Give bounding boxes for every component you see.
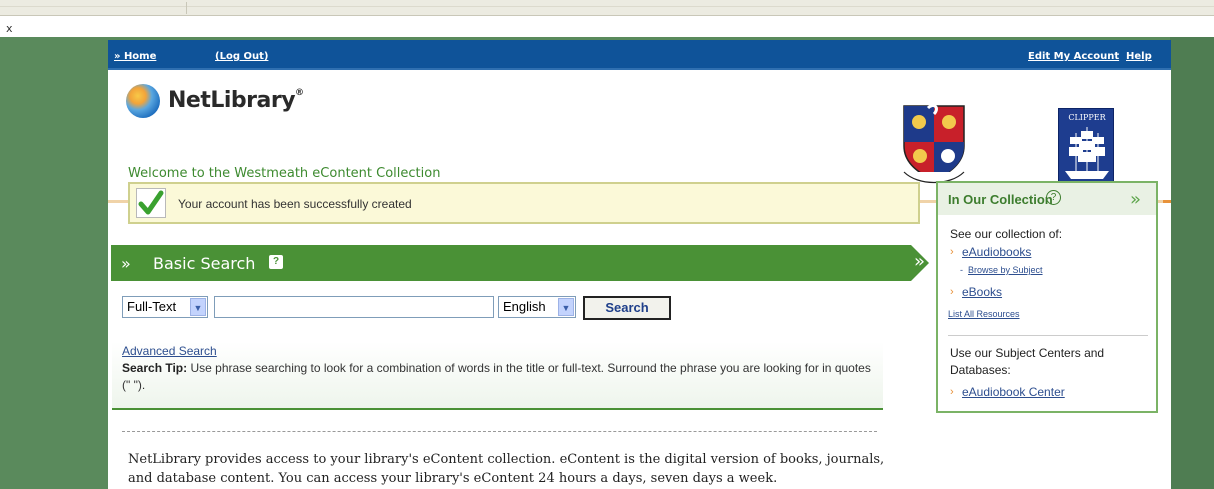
collection-header: In Our Collection ? »	[938, 183, 1156, 215]
help-link[interactable]: Help	[1126, 51, 1152, 62]
brand-name: NetLibrary®	[168, 88, 304, 113]
logout-link[interactable]: (Log Out)	[215, 51, 268, 62]
background-shade	[1170, 37, 1214, 489]
netlibrary-logo-icon	[126, 84, 160, 118]
clipper-logo: CLIPPER	[1058, 108, 1114, 188]
sidebar-divider	[948, 335, 1148, 336]
brand-label: NetLibrary	[168, 88, 296, 113]
close-icon[interactable]: x	[6, 22, 13, 35]
bullet-arrow-icon: ›	[950, 246, 954, 258]
collection-help-icon[interactable]: ?	[1046, 190, 1061, 205]
success-message: Your account has been successfully creat…	[178, 197, 412, 211]
bullet-arrow-icon: ›	[950, 386, 954, 398]
top-nav: » Home (Log Out) Edit My Account Help	[108, 40, 1171, 70]
eaudiobooks-link[interactable]: eAudiobooks	[962, 245, 1031, 259]
chevron-down-icon[interactable]: ▼	[190, 298, 206, 316]
toolbar-divider	[0, 6, 1214, 7]
search-help-icon[interactable]: ?	[269, 255, 283, 269]
tail-chevron-icon: »	[913, 251, 925, 272]
county-crest-icon	[903, 104, 965, 183]
language-value: English	[503, 299, 546, 314]
success-notice: Your account has been successfully creat…	[128, 182, 920, 224]
ebooks-link[interactable]: eBooks	[962, 285, 1002, 299]
collection-intro: See our collection of:	[950, 227, 1063, 241]
welcome-text: Welcome to the Westmeath eContent Collec…	[128, 166, 441, 181]
list-all-resources-link[interactable]: List All Resources	[948, 309, 1020, 319]
collection-title: In Our Collection	[948, 192, 1053, 207]
language-select[interactable]: English ▼	[498, 296, 576, 318]
chevron-down-icon[interactable]: ▼	[558, 298, 574, 316]
search-tip-text: Use phrase searching to look for a combi…	[122, 361, 871, 392]
bullet-arrow-icon: ›	[950, 286, 954, 298]
browser-toolbar	[0, 0, 1214, 16]
brand-registered-mark: ®	[295, 88, 304, 98]
library-page: » Home (Log Out) Edit My Account Help Ne…	[108, 40, 1171, 489]
search-button[interactable]: Search	[583, 296, 671, 320]
dashed-divider	[122, 431, 877, 432]
checkmark-glyph	[138, 190, 164, 215]
toolbar-separator	[186, 2, 187, 14]
advanced-search-link[interactable]: Advanced Search	[122, 344, 217, 358]
header-divider-cap	[1163, 200, 1171, 203]
browse-prefix: -	[960, 265, 963, 275]
checkmark-icon	[136, 188, 166, 218]
search-tip-label: Search Tip:	[122, 361, 188, 375]
basic-search-title: Basic Search	[153, 254, 256, 273]
intro-paragraph: NetLibrary provides access to your libra…	[128, 452, 885, 486]
search-tip: Search Tip: Use phrase searching to look…	[122, 360, 882, 394]
search-scope-value: Full-Text	[127, 299, 177, 314]
double-chevron-icon: »	[121, 254, 131, 273]
home-link[interactable]: » Home	[114, 51, 156, 62]
edit-account-link[interactable]: Edit My Account	[1028, 51, 1119, 62]
basic-search-header: » Basic Search ? »	[111, 245, 929, 281]
eaudiobook-center-link[interactable]: eAudiobook Center	[962, 385, 1065, 399]
collection-sidebar: In Our Collection ? » See our collection…	[936, 181, 1158, 413]
subject-centers-text: Use our Subject Centers and Databases:	[950, 346, 1105, 377]
double-chevron-icon: »	[1130, 189, 1142, 210]
search-scope-select[interactable]: Full-Text ▼	[122, 296, 208, 318]
browse-by-subject-link[interactable]: Browse by Subject	[968, 265, 1043, 275]
search-input[interactable]	[214, 296, 494, 318]
